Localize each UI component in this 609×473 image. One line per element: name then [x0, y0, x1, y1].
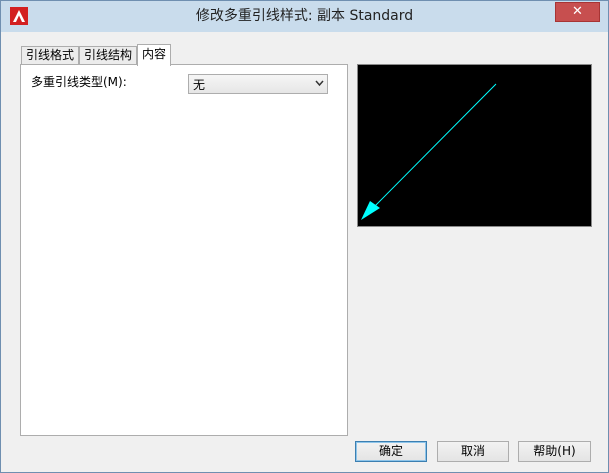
tab-content[interactable]: 内容	[137, 44, 172, 66]
leader-type-value: 无	[193, 78, 206, 92]
cancel-button[interactable]: 取消	[437, 441, 509, 462]
leader-type-label: 多重引线类型(M):	[31, 75, 127, 89]
dialog-window: 修改多重引线样式: 副本 Standard ✕ 引线格式 引线结构 内容 多重引…	[0, 0, 609, 473]
close-button[interactable]: ✕	[555, 2, 600, 22]
tab-leader-format[interactable]: 引线格式	[21, 46, 80, 65]
tab-leader-structure[interactable]: 引线结构	[79, 46, 138, 65]
title-bar[interactable]: 修改多重引线样式: 副本 Standard ✕	[1, 1, 608, 32]
leader-line	[369, 83, 497, 212]
chevron-down-icon	[315, 80, 324, 87]
content-tab-panel: 多重引线类型(M): 无	[20, 64, 348, 436]
help-button[interactable]: 帮助(H)	[518, 441, 591, 462]
leader-preview-drawing	[361, 83, 497, 220]
ok-button[interactable]: 确定	[355, 441, 427, 462]
window-title: 修改多重引线样式: 副本 Standard	[195, 8, 414, 24]
leader-type-select[interactable]: 无	[188, 74, 328, 94]
leader-preview	[357, 64, 592, 227]
